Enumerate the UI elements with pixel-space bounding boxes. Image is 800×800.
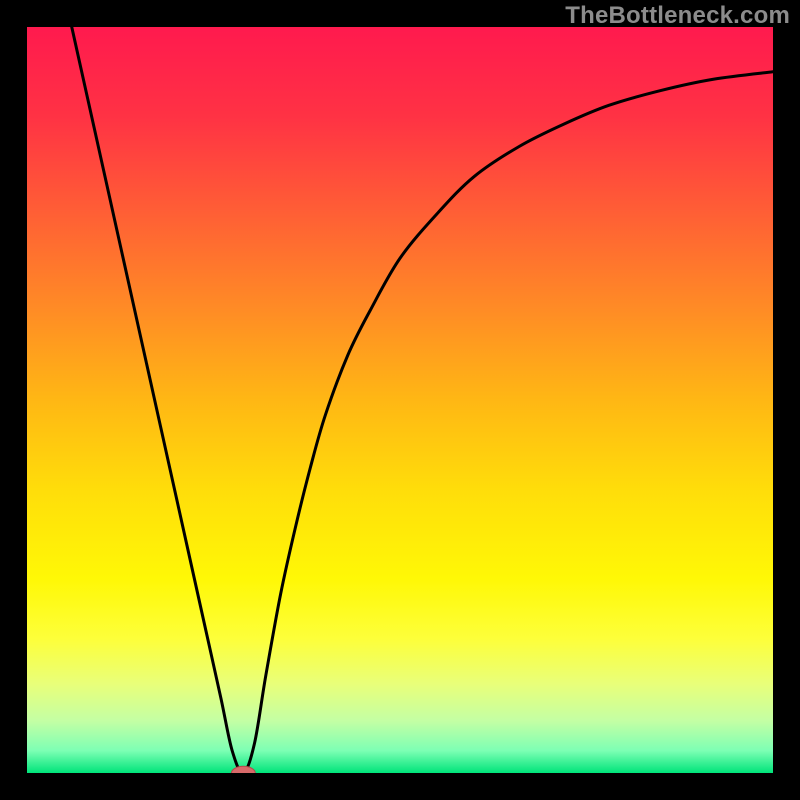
chart-svg <box>27 27 773 773</box>
watermark-text: TheBottleneck.com <box>565 2 790 30</box>
gradient-background <box>27 27 773 773</box>
chart-plot-area <box>27 27 773 773</box>
chart-outer-frame: TheBottleneck.com <box>0 0 800 800</box>
